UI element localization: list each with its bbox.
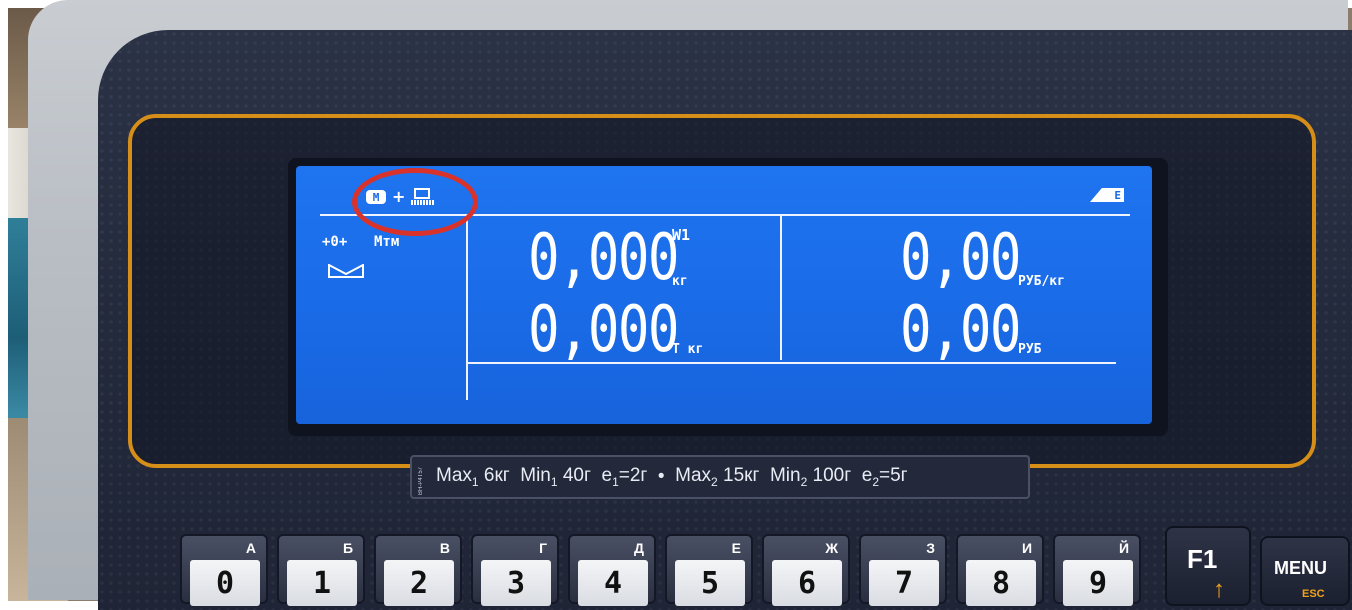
serial-label: ВН-Р4Т57 (418, 466, 424, 495)
key-0[interactable]: А 0 (180, 534, 268, 606)
key-7[interactable]: З 7 (859, 534, 947, 606)
weight-value: 0,000 (528, 221, 679, 295)
keypad: А 0 Б 1 В 2 Г 3 Д 4 Е 5 Ж 6 З 7 И 8 Й 9 … (180, 526, 1352, 606)
key-8[interactable]: И 8 (956, 534, 1044, 606)
zero-indicator: +0+ (322, 234, 348, 250)
highlight-ring (352, 168, 478, 236)
channel-label: W1 (672, 226, 691, 244)
envelope-icon (328, 264, 364, 278)
battery-label: E (1114, 188, 1121, 202)
key-3[interactable]: Г 3 (471, 534, 559, 606)
min1-label: Min1 40г (520, 465, 591, 489)
tare-value: 0,000 (528, 293, 679, 367)
f1-label: F1 (1187, 544, 1218, 574)
key-1[interactable]: Б 1 (277, 534, 365, 606)
min2-label: Min2 100г (769, 465, 852, 489)
weight-unit: кг (672, 274, 688, 289)
menu-label: MENU (1274, 558, 1327, 578)
key-6[interactable]: Ж 6 (762, 534, 850, 606)
mode-text: Мтм (374, 234, 400, 250)
e1-label: e1=2г (601, 465, 648, 489)
lcd-middle-divider (780, 214, 782, 360)
max1-label: Max1 6кг (436, 465, 510, 489)
f1-button[interactable]: F1 ↑ (1165, 526, 1251, 606)
total-unit: РУБ (1018, 342, 1042, 357)
key-9[interactable]: Й 9 (1053, 534, 1141, 606)
tare-unit: Т кг (672, 342, 704, 357)
total-value: 0,00 (900, 293, 1021, 367)
battery-icon: E (1090, 188, 1124, 202)
spec-plate: ВН-Р4Т57 Max1 6кг Min1 40г e1=2г • Max2 … (410, 455, 1030, 499)
key-2[interactable]: В 2 (374, 534, 462, 606)
e2-label: e2=5г (861, 465, 908, 489)
key-5[interactable]: Е 5 (665, 534, 753, 606)
key-4[interactable]: Д 4 (568, 534, 656, 606)
menu-button[interactable]: MENU ESC (1260, 536, 1350, 606)
price-value: 0,00 (900, 221, 1021, 295)
lcd-left-divider (466, 214, 468, 400)
max2-label: Max2 15кг (675, 465, 760, 489)
price-unit: РУБ/кг (1018, 274, 1065, 289)
esc-label: ESC (1302, 588, 1325, 600)
arrow-up-icon: ↑ (1213, 576, 1225, 603)
